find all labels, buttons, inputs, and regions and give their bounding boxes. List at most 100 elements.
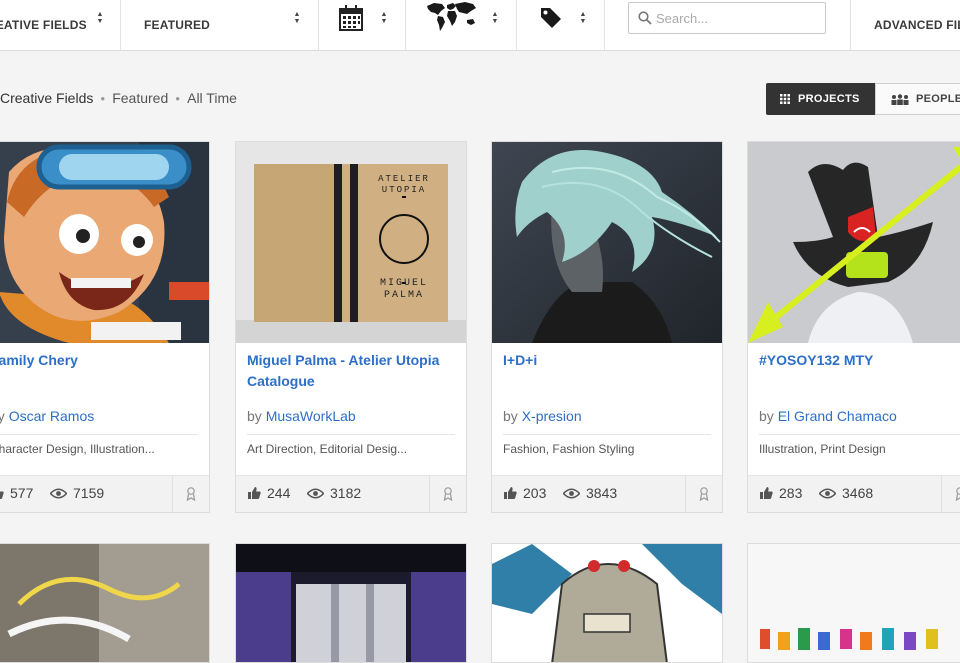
appreciations-stat: 577	[0, 485, 33, 501]
project-stats: 577 7159	[0, 475, 209, 512]
project-byline: by El Grand Chamaco	[759, 408, 897, 424]
cover-author-text: MIGUEL PALMA	[379, 278, 428, 301]
project-thumbnail[interactable]	[236, 544, 466, 662]
views-count: 3843	[586, 485, 618, 501]
breadcrumb-creative-fields[interactable]: Creative Fields	[0, 90, 93, 106]
appreciations-stat: 244	[248, 485, 290, 501]
thumbs-up-icon	[0, 487, 10, 499]
cover-title-text: ATELIER UTOPIA	[378, 174, 430, 195]
search-input[interactable]	[652, 10, 820, 26]
project-title[interactable]: Family Chery	[0, 350, 200, 371]
projects-view-button[interactable]: PROJECTS	[766, 83, 875, 115]
views-count: 3182	[330, 485, 362, 501]
people-view-button[interactable]: PEOPLE	[875, 83, 960, 115]
appreciations-stat: 203	[504, 485, 546, 501]
views-stat: 3843	[563, 485, 617, 501]
project-byline: by MusaWorkLab	[247, 408, 356, 424]
project-stats: 203 3843	[492, 475, 722, 512]
time-filter[interactable]: ▲ ▼	[319, 0, 406, 50]
project-card[interactable]	[235, 543, 467, 663]
divider	[759, 434, 960, 435]
updown-arrows-icon: ▲ ▼	[96, 11, 104, 25]
views-stat: 3182	[307, 485, 361, 501]
appreciate-button[interactable]	[429, 476, 466, 512]
author-link[interactable]: Oscar Ramos	[9, 408, 95, 424]
by-label: by	[759, 408, 774, 424]
project-card[interactable]	[0, 543, 210, 663]
by-label: by	[247, 408, 262, 424]
views-stat: 3468	[819, 485, 873, 501]
updown-arrows-icon: ▲ ▼	[491, 11, 499, 25]
breadcrumb-all-time[interactable]: All Time	[187, 90, 237, 106]
project-stats: 283 3468	[748, 475, 960, 512]
advanced-filters-label: ADVANCED FILTERS	[874, 18, 960, 32]
ribbon-icon	[955, 487, 960, 501]
eye-icon	[563, 488, 586, 499]
author-link[interactable]: El Grand Chamaco	[778, 408, 897, 424]
eye-icon	[50, 488, 73, 499]
search-icon	[638, 11, 652, 25]
appreciate-button[interactable]	[685, 476, 722, 512]
appreciations-count: 203	[523, 485, 547, 501]
tags-filter[interactable]: ▲ ▼	[517, 0, 605, 50]
project-fields: Art Direction, Editorial Desig...	[247, 442, 408, 456]
creative-fields-filter[interactable]: CREATIVE FIELDS ▲▼	[0, 0, 121, 50]
appreciations-count: 577	[10, 485, 34, 501]
project-title[interactable]: #YOSOY132 MTY	[759, 350, 960, 371]
location-filter[interactable]: ▲ ▼	[406, 0, 517, 50]
project-fields: Illustration, Print Design	[759, 442, 886, 456]
featured-label: FEATURED	[144, 18, 211, 32]
people-label: PEOPLE	[916, 93, 960, 105]
project-thumbnail[interactable]	[0, 544, 209, 662]
calendar-icon	[338, 4, 364, 37]
project-thumbnail[interactable]	[492, 544, 722, 662]
appreciations-stat: 283	[760, 485, 802, 501]
breadcrumb-separator-icon: ●	[100, 93, 106, 103]
project-title[interactable]: I+D+i	[503, 350, 713, 371]
breadcrumb: Creative Fields ● Featured ● All Time	[0, 90, 237, 106]
creative-fields-label: CREATIVE FIELDS	[0, 18, 87, 32]
ribbon-icon	[699, 487, 709, 501]
world-map-icon	[425, 0, 477, 37]
by-label: by	[0, 408, 5, 424]
project-byline: by X-presion	[503, 408, 582, 424]
project-fields: Fashion, Fashion Styling	[503, 442, 635, 456]
appreciate-button[interactable]	[941, 476, 960, 512]
author-link[interactable]: X-presion	[522, 408, 582, 424]
thumbs-up-icon	[248, 487, 267, 499]
project-thumbnail[interactable]: ATELIER UTOPIA MIGUEL PALMA	[236, 142, 466, 343]
advanced-filters-button[interactable]: ADVANCED FILTERS	[850, 0, 960, 50]
project-card[interactable]: I+D+i by X-presion Fashion, Fashion Styl…	[491, 141, 723, 513]
project-thumbnail[interactable]	[748, 544, 960, 662]
project-card[interactable]: #YOSOY132 MTY by El Grand Chamaco Illust…	[747, 141, 960, 513]
project-thumbnail[interactable]	[748, 142, 960, 343]
ribbon-icon	[186, 487, 196, 501]
project-byline: by Oscar Ramos	[0, 408, 94, 424]
projects-label: PROJECTS	[798, 93, 860, 105]
grid-icon	[780, 94, 790, 104]
project-fields: Character Design, Illustration...	[0, 442, 155, 456]
divider	[503, 434, 711, 435]
updown-arrows-icon: ▲ ▼	[579, 11, 587, 25]
tag-icon	[539, 5, 563, 36]
project-card[interactable]	[491, 543, 723, 663]
views-stat: 7159	[50, 485, 104, 501]
search-box[interactable]	[628, 2, 826, 34]
thumbs-up-icon	[760, 487, 779, 499]
by-label: by	[503, 408, 518, 424]
project-card[interactable]: ATELIER UTOPIA MIGUEL PALMA Miguel Palma…	[235, 141, 467, 513]
views-count: 3468	[842, 485, 874, 501]
featured-filter[interactable]: FEATURED ▲ ▼	[121, 0, 319, 50]
appreciations-count: 244	[267, 485, 291, 501]
breadcrumb-separator-icon: ●	[175, 93, 181, 103]
project-card[interactable]: Family Chery by Oscar Ramos Character De…	[0, 141, 210, 513]
author-link[interactable]: MusaWorkLab	[266, 408, 356, 424]
project-thumbnail[interactable]	[0, 142, 209, 343]
project-card[interactable]	[747, 543, 960, 663]
updown-arrows-icon: ▲ ▼	[293, 11, 301, 25]
filter-bar: CREATIVE FIELDS ▲▼ FEATURED ▲▼ ▲▼	[0, 0, 960, 51]
project-thumbnail[interactable]	[492, 142, 722, 343]
project-title[interactable]: Miguel Palma - Atelier Utopia Catalogue	[247, 350, 457, 392]
appreciate-button[interactable]	[172, 476, 209, 512]
breadcrumb-featured[interactable]: Featured	[112, 90, 168, 106]
